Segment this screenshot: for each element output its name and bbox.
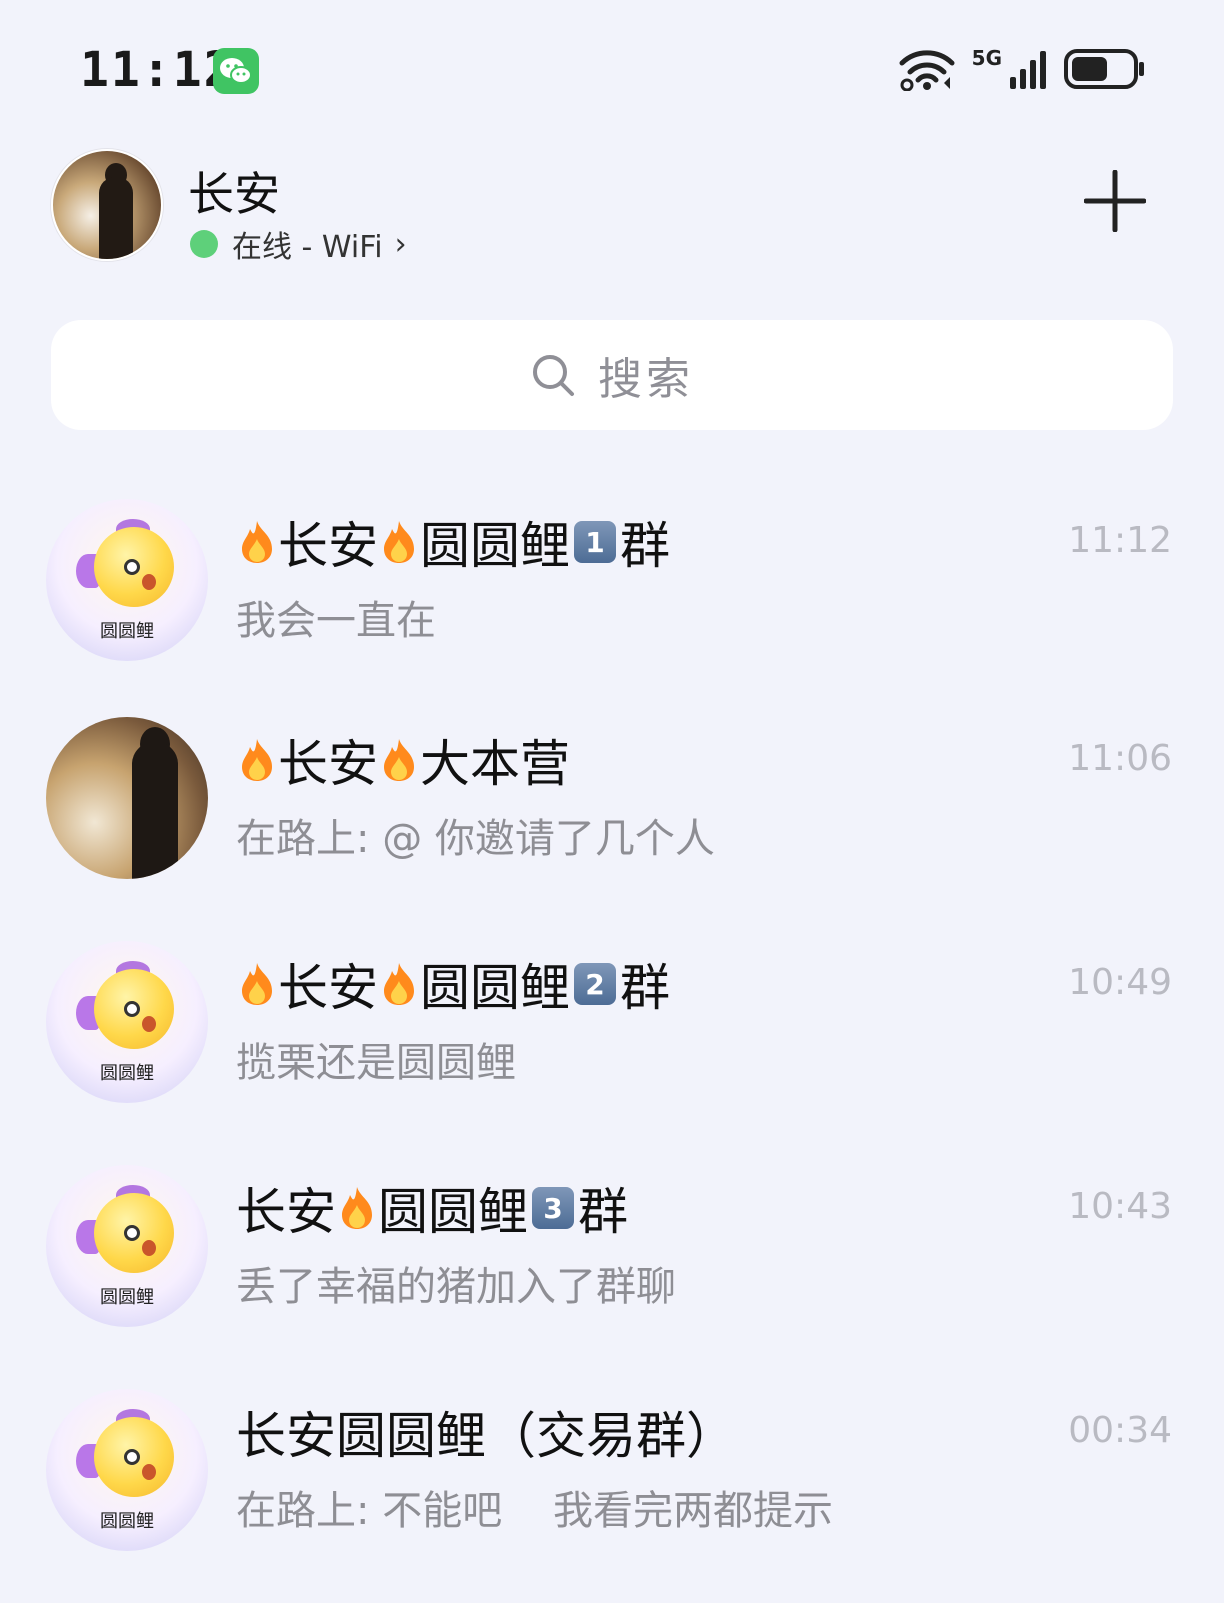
avatar-figure-body [132, 742, 178, 879]
title-part: 群 [620, 959, 670, 1017]
koi-mouth-shape [142, 1240, 156, 1256]
conversation-title: 长安圆圆鲤（交易群） [236, 1396, 736, 1468]
online-status[interactable]: 在线 - WiFi › [190, 222, 407, 266]
chat-list-header: 长安 在线 - WiFi › [0, 140, 1224, 290]
title-part: 圆圆鲤 [420, 517, 570, 575]
plus-icon [1083, 169, 1147, 233]
status-bar: 11:12 5G [0, 0, 1224, 140]
message-preview: 揽栗还是圆圆鲤 [236, 1040, 516, 1086]
number-badge: 1 [574, 521, 616, 563]
message-preview: 在路上: 不能吧 我看完两都提示 [236, 1488, 834, 1534]
chevron-right-icon: › [394, 226, 407, 262]
status-time: 11:12 [80, 42, 235, 98]
network-type-label: 5G [971, 46, 1002, 70]
status-icons: 5G [898, 46, 1146, 96]
koi-mouth-shape [142, 574, 156, 590]
fire-icon [242, 963, 272, 1005]
conversation-item[interactable]: 圆圆鲤 长安 圆圆鲤 3 群 丢了幸福的猪加入了群聊 10:43 [0, 1146, 1224, 1370]
profile-name[interactable]: 长安 [188, 158, 280, 224]
conversation-title: 长安 圆圆鲤 1 群 [236, 506, 670, 578]
fire-icon [384, 521, 414, 563]
title-part: 长安圆圆鲤（交易群） [236, 1407, 736, 1465]
conversation-item[interactable]: 圆圆鲤 长安 圆圆鲤 1 群 我会一直在 11:12 [0, 480, 1224, 704]
title-part: 群 [620, 517, 670, 575]
title-part: 圆圆鲤 [378, 1183, 528, 1241]
title-part: 长安 [278, 735, 378, 793]
message-preview: 我会一直在 [236, 598, 436, 644]
title-part: 长安 [236, 1183, 336, 1241]
message-preview: 在路上: @ 你邀请了几个人 [236, 816, 715, 862]
profile-avatar[interactable] [51, 149, 163, 261]
wifi-icon [898, 47, 956, 95]
fire-icon [342, 1187, 372, 1229]
fire-icon [242, 739, 272, 781]
group-avatar[interactable]: 圆圆鲤 [46, 1165, 208, 1327]
message-time: 10:49 [1068, 962, 1172, 1003]
avatar-label: 圆圆鲤 [100, 1511, 154, 1532]
battery-icon [1064, 49, 1146, 93]
fire-icon [384, 739, 414, 781]
number-badge: 2 [574, 963, 616, 1005]
title-part: 群 [578, 1183, 628, 1241]
search-placeholder: 搜索 [598, 354, 694, 405]
conversation-item[interactable]: 圆圆鲤 长安圆圆鲤（交易群） 在路上: 不能吧 我看完两都提示 00:34 [0, 1370, 1224, 1594]
koi-eye-shape [124, 1449, 140, 1465]
wechat-notification-icon [213, 48, 259, 94]
avatar-label: 圆圆鲤 [100, 1287, 154, 1308]
search-bar[interactable]: 搜索 [51, 320, 1173, 430]
add-button[interactable] [1083, 169, 1147, 233]
conversation-title: 长安 圆圆鲤 2 群 [236, 948, 670, 1020]
koi-eye-shape [124, 1001, 140, 1017]
avatar-label: 圆圆鲤 [100, 621, 154, 642]
group-avatar[interactable]: 圆圆鲤 [46, 1389, 208, 1551]
koi-mouth-shape [142, 1464, 156, 1480]
message-preview: 丢了幸福的猪加入了群聊 [236, 1264, 676, 1310]
conversation-item[interactable]: 长安 大本营 在路上: @ 你邀请了几个人 11:06 [0, 698, 1224, 922]
koi-mouth-shape [142, 1016, 156, 1032]
search-icon [533, 355, 574, 396]
fire-icon [242, 521, 272, 563]
conversation-item[interactable]: 圆圆鲤 长安 圆圆鲤 2 群 揽栗还是圆圆鲤 10:49 [0, 922, 1224, 1146]
title-part: 圆圆鲤 [420, 959, 570, 1017]
avatar-label: 圆圆鲤 [100, 1063, 154, 1084]
conversation-title: 长安 圆圆鲤 3 群 [236, 1172, 628, 1244]
online-dot-icon [190, 230, 218, 258]
message-time: 00:34 [1068, 1410, 1172, 1451]
online-status-text: 在线 - WiFi [232, 230, 383, 265]
title-part: 长安 [278, 517, 378, 575]
koi-eye-shape [124, 559, 140, 575]
message-time: 10:43 [1068, 1186, 1172, 1227]
title-part: 大本营 [420, 735, 570, 793]
number-badge: 3 [532, 1187, 574, 1229]
avatar-figure-body [99, 177, 133, 259]
koi-eye-shape [124, 1225, 140, 1241]
fire-icon [384, 963, 414, 1005]
message-time: 11:12 [1068, 520, 1172, 561]
conversation-title: 长安 大本营 [236, 724, 570, 796]
signal-icon [1008, 49, 1048, 93]
group-avatar[interactable]: 圆圆鲤 [46, 499, 208, 661]
message-time: 11:06 [1068, 738, 1172, 779]
group-avatar[interactable] [46, 717, 208, 879]
group-avatar[interactable]: 圆圆鲤 [46, 941, 208, 1103]
title-part: 长安 [278, 959, 378, 1017]
